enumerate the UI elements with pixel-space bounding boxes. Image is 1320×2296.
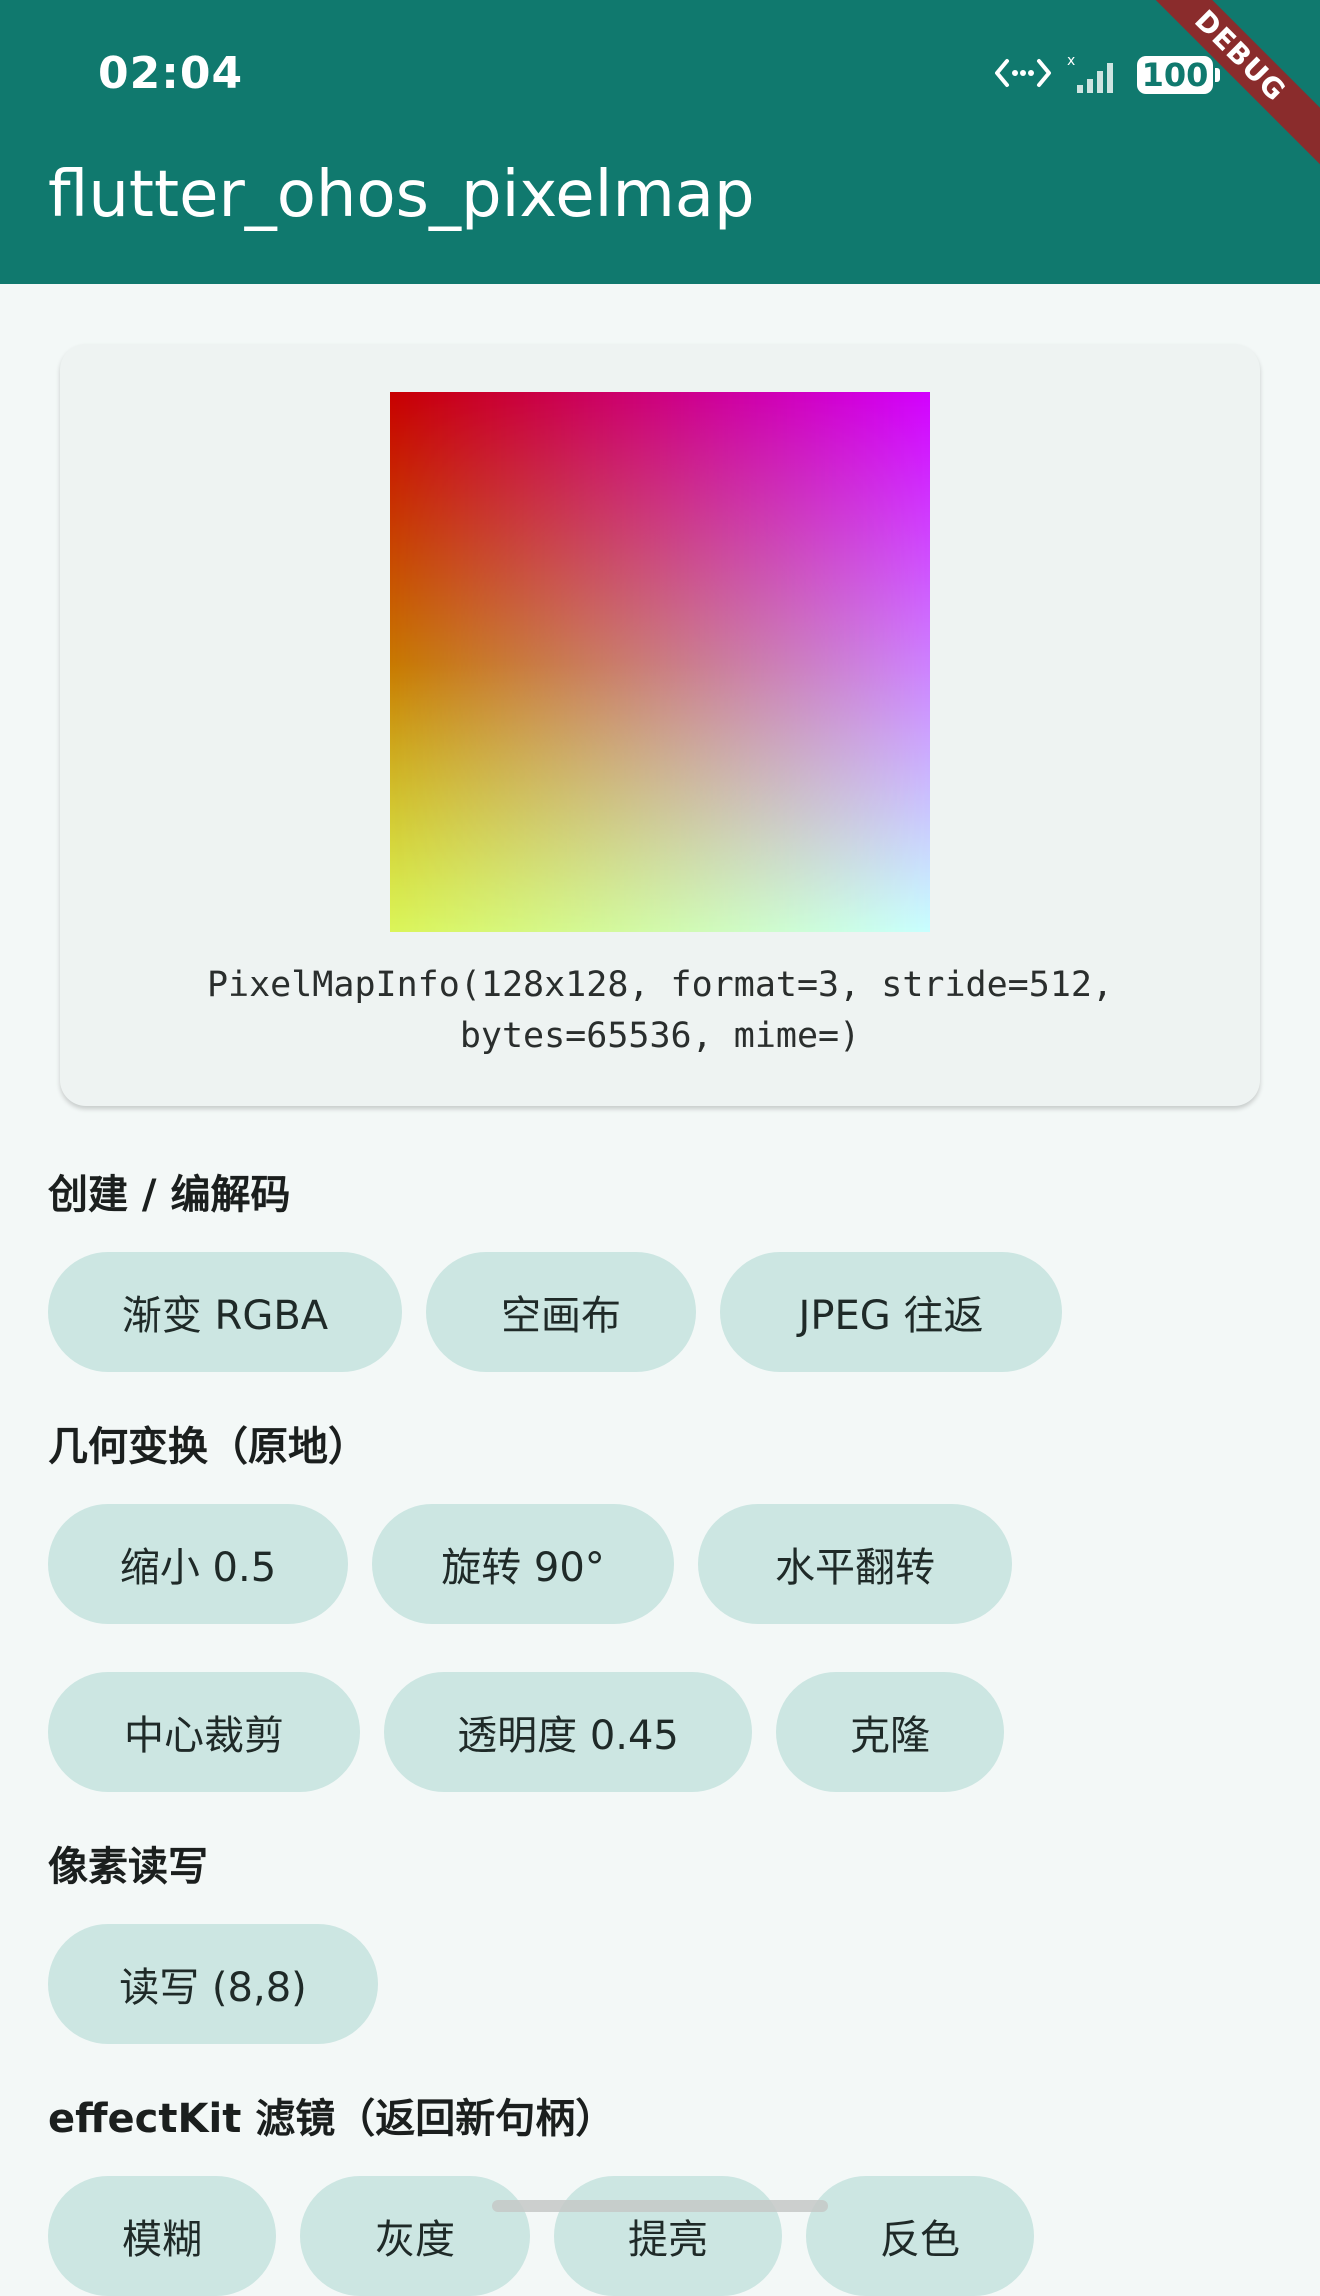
read-write-pixel-button[interactable]: 读写 (8,8) — [48, 1924, 378, 2044]
jpeg-roundtrip-button[interactable]: JPEG 往返 — [720, 1252, 1062, 1372]
data-transfer-icon — [993, 53, 1053, 97]
section-title-pixels: 像素读写 — [48, 1844, 208, 1890]
svg-text:x: x — [1067, 53, 1075, 69]
preview-card: PixelMapInfo(128x128, format=3, stride=5… — [60, 344, 1260, 1106]
status-icons: x 100 — [993, 50, 1220, 100]
blur-button[interactable]: 模糊 — [48, 2176, 276, 2296]
section-title-effect: effectKit 滤镜（返回新句柄） — [48, 2096, 616, 2142]
status-time: 02:04 — [98, 48, 244, 99]
pixelmap-info-line-2: bytes=65536, mime=) — [459, 1016, 861, 1056]
battery-icon: 100 — [1137, 56, 1213, 94]
preview-gradient-layer — [390, 392, 930, 932]
opacity-button[interactable]: 透明度 0.45 — [384, 1672, 752, 1792]
pixelmap-preview-image — [390, 392, 930, 932]
empty-canvas-button[interactable]: 空画布 — [426, 1252, 696, 1372]
section-title-create: 创建 / 编解码 — [48, 1172, 291, 1218]
app-bar: 02:04 x 100 flutter_ohos_pixelmap DEBUG — [0, 0, 1320, 284]
flip-horizontal-button[interactable]: 水平翻转 — [698, 1504, 1012, 1624]
center-crop-button[interactable]: 中心裁剪 — [48, 1672, 360, 1792]
battery-level: 100 — [1141, 56, 1209, 94]
grayscale-button[interactable]: 灰度 — [300, 2176, 530, 2296]
gradient-rgba-button[interactable]: 渐变 RGBA — [48, 1252, 402, 1372]
no-signal-icon: x — [1067, 51, 1123, 99]
page-title: flutter_ohos_pixelmap — [48, 158, 755, 232]
home-indicator[interactable] — [492, 2200, 828, 2212]
battery-tip — [1215, 68, 1220, 82]
brighten-button[interactable]: 提亮 — [554, 2176, 782, 2296]
clone-button[interactable]: 克隆 — [776, 1672, 1004, 1792]
rotate-90-button[interactable]: 旋转 90° — [372, 1504, 674, 1624]
invert-button[interactable]: 反色 — [806, 2176, 1034, 2296]
pixelmap-info-text: PixelMapInfo(128x128, format=3, stride=5… — [80, 960, 1240, 1062]
pixelmap-info-line-1: PixelMapInfo(128x128, format=3, stride=5… — [206, 965, 1114, 1005]
section-title-geometry: 几何变换（原地） — [48, 1424, 368, 1470]
scale-half-button[interactable]: 缩小 0.5 — [48, 1504, 348, 1624]
